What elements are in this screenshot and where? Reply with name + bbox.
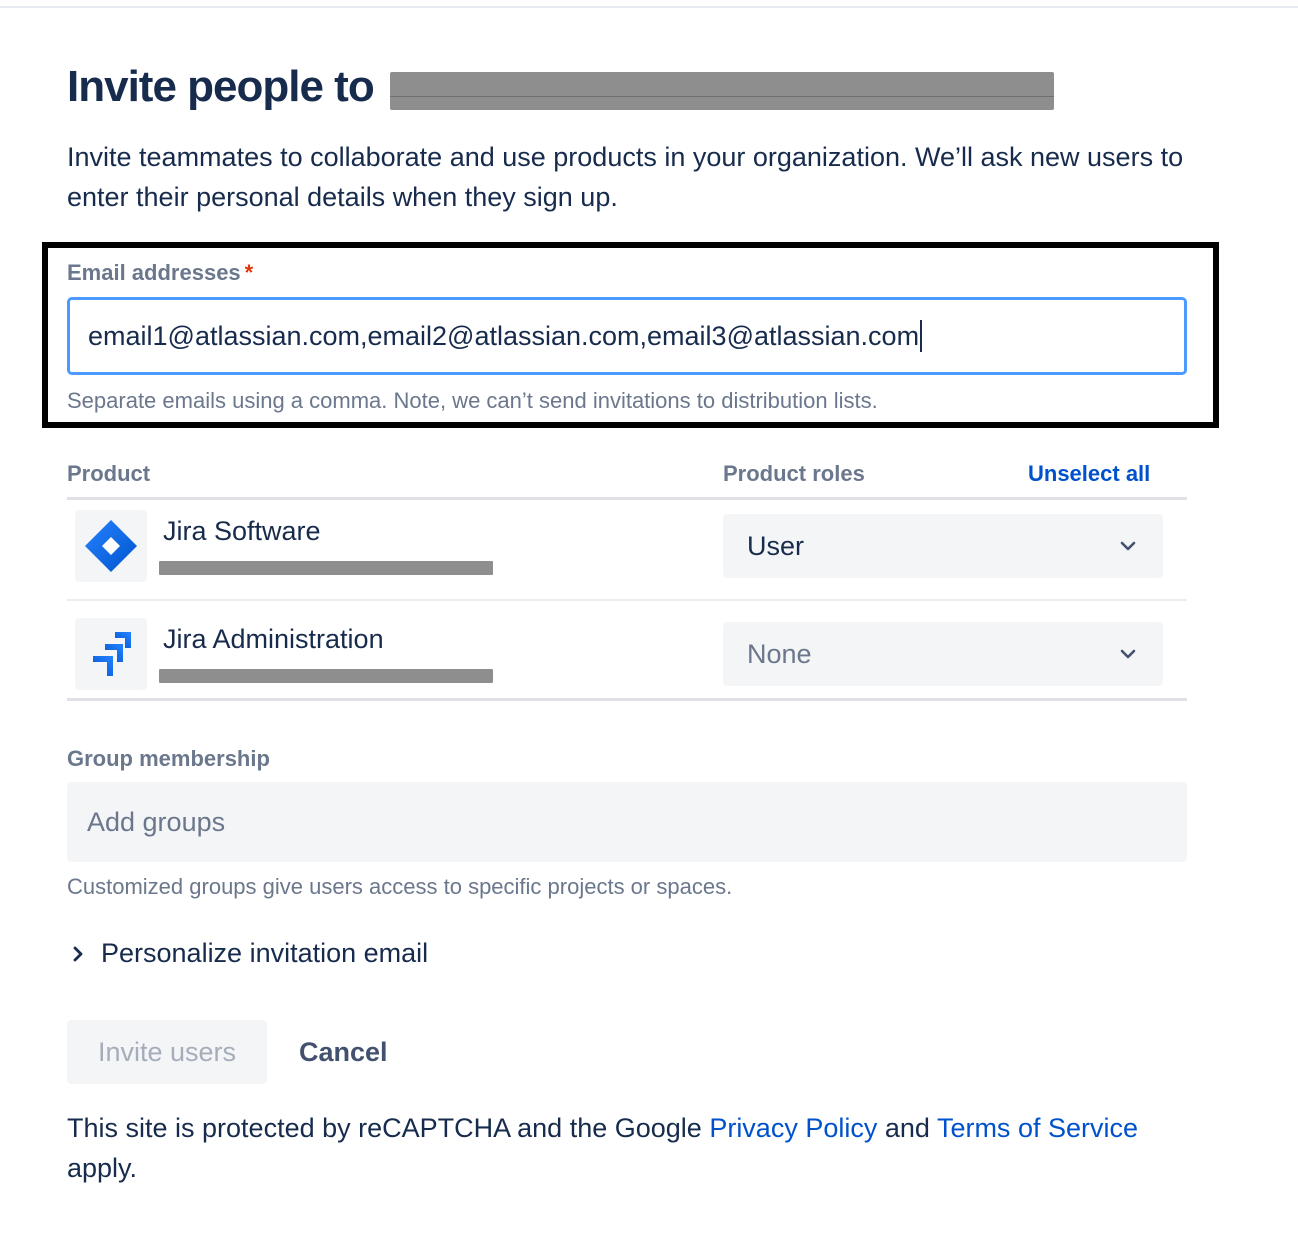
role-select-jira-administration[interactable]: None (723, 622, 1163, 686)
jira-administration-icon (75, 618, 147, 690)
role-select-jira-software[interactable]: User (723, 514, 1163, 578)
add-groups-placeholder: Add groups (87, 806, 226, 837)
footer-text-after: apply. (67, 1153, 138, 1183)
product-name-jira-administration: Jira Administration (163, 624, 384, 654)
row-divider (67, 599, 1187, 601)
product-column-header: Product (67, 461, 151, 486)
add-groups-input[interactable]: Add groups (67, 782, 1187, 862)
product-name-jira-software: Jira Software (163, 516, 321, 546)
role-select-value: None (747, 638, 812, 669)
product-roles-column-header: Product roles (723, 461, 865, 486)
redacted-product-url (159, 561, 493, 575)
group-membership-label: Group membership (67, 746, 270, 771)
table-header-divider (67, 497, 1187, 500)
email-input[interactable]: email1@atlassian.com,email2@atlassian.co… (67, 297, 1187, 375)
redacted-site-name (390, 72, 1054, 110)
role-select-value: User (747, 530, 805, 561)
chevron-right-icon (67, 943, 89, 965)
invite-users-button[interactable]: Invite users (67, 1020, 267, 1084)
email-input-value: email1@atlassian.com,email2@atlassian.co… (88, 320, 920, 351)
redacted-product-url (159, 669, 493, 683)
email-label-text: Email addresses (67, 260, 241, 285)
invite-users-label: Invite users (97, 1036, 237, 1067)
unselect-all-button[interactable]: Unselect all (1028, 461, 1150, 487)
text-caret (920, 320, 923, 352)
chevron-down-icon (1117, 535, 1139, 557)
personalize-invitation-label: Personalize invitation email (101, 938, 429, 968)
email-label: Email addresses * (67, 260, 253, 286)
page-title: Invite people to (67, 62, 375, 111)
footer-text-before: This site is protected by reCAPTCHA and … (67, 1113, 710, 1143)
cancel-label: Cancel (299, 1036, 388, 1067)
required-mark: * (244, 260, 254, 285)
privacy-policy-link[interactable]: Privacy Policy (709, 1113, 877, 1143)
jira-software-icon (75, 510, 147, 582)
top-divider (0, 6, 1298, 8)
recaptcha-notice: This site is protected by reCAPTCHA and … (67, 1108, 1167, 1188)
footer-text-mid: and (877, 1113, 937, 1143)
page-title-row: Invite people to (67, 62, 375, 112)
personalize-invitation-toggle[interactable]: Personalize invitation email (67, 938, 428, 969)
table-bottom-divider (67, 698, 1187, 701)
page-description: Invite teammates to collaborate and use … (67, 142, 1184, 212)
cancel-button[interactable]: Cancel (283, 1020, 404, 1084)
terms-of-service-link[interactable]: Terms of Service (937, 1113, 1138, 1143)
chevron-down-icon (1117, 643, 1139, 665)
email-help-text: Separate emails using a comma. Note, we … (67, 388, 878, 413)
groups-help-text: Customized groups give users access to s… (67, 874, 733, 899)
